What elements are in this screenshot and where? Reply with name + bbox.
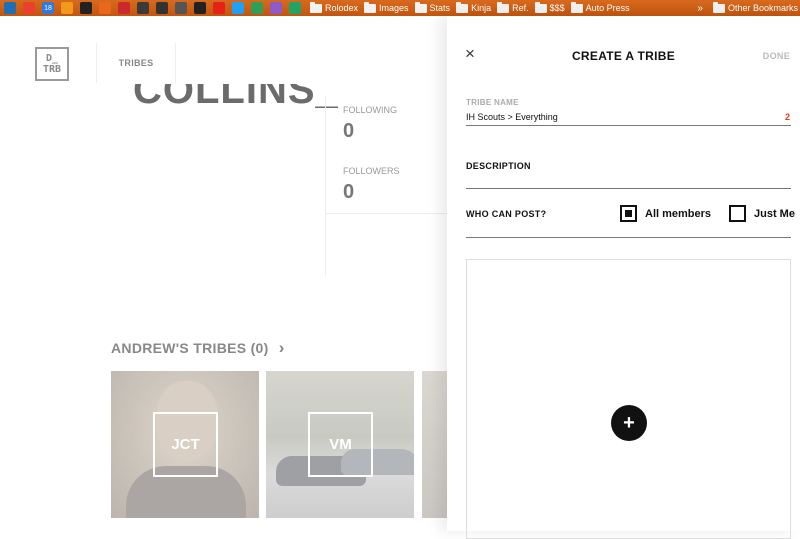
tribe-tile[interactable] — [422, 371, 447, 518]
followers-count[interactable]: 0 — [343, 181, 354, 204]
followers-label: FOLLOWERS — [343, 166, 400, 176]
car-icon[interactable] — [175, 2, 187, 14]
folder-icon — [414, 1, 427, 13]
tile-overlay — [422, 371, 447, 518]
eye-icon[interactable] — [118, 2, 130, 14]
bookmarks-bar: 18 Rolodex Images Stats Kinja Ref. $$$ Auto Pr… — [0, 0, 800, 16]
char-count: 2 — [784, 112, 790, 122]
bookmark-folder-label: Ref. — [512, 3, 529, 13]
bookmark-folder-label: Auto Press — [585, 3, 630, 13]
bookmark-folder--[interactable]: $$$ — [534, 1, 565, 13]
logo-bottom-text: TRB — [42, 64, 62, 75]
option-label: Just Me — [754, 207, 795, 220]
image-upload-area[interactable]: + — [466, 259, 791, 539]
rss-icon[interactable] — [61, 2, 73, 14]
drive-icon[interactable] — [251, 2, 263, 14]
tribes-heading-text: ANDREW'S TRIBES (0) — [111, 340, 269, 356]
folder-icon — [497, 1, 510, 13]
bookmark-folder-auto-press[interactable]: Auto Press — [570, 1, 630, 13]
bookmark-folder-label: Images — [379, 3, 409, 13]
description-field[interactable]: DESCRIPTION — [466, 161, 531, 171]
bookmark-folder-images[interactable]: Images — [364, 1, 409, 13]
site-logo[interactable]: D_ TRB — [35, 47, 69, 81]
bookmark-folder-ref-[interactable]: Ref. — [497, 1, 529, 13]
bookmark-folder-label: Kinja — [471, 3, 492, 13]
bookmark-folder-label: Other Bookmarks — [727, 3, 798, 13]
screen-icon[interactable] — [156, 2, 168, 14]
tab-tribes[interactable]: TRIBES — [96, 43, 176, 83]
following-label: FOLLOWING — [343, 105, 398, 115]
stats-divider — [325, 96, 326, 276]
bookmark-folder-kinja[interactable]: Kinja — [456, 1, 492, 13]
done-button[interactable]: DONE — [763, 51, 790, 61]
kinja-k-icon[interactable] — [80, 2, 92, 14]
tribe-tile[interactable]: VM — [266, 371, 414, 518]
bookmark-folder-rolodex[interactable]: Rolodex — [310, 1, 359, 13]
chevron-right-icon: › — [278, 338, 285, 357]
gmail-icon[interactable] — [23, 2, 35, 14]
bookmark-folder-label: $$$ — [549, 3, 565, 13]
who-can-post-label: WHO CAN POST? — [466, 209, 547, 219]
field-underline — [466, 188, 791, 189]
twitter-icon[interactable] — [232, 2, 244, 14]
calendar-icon[interactable]: 18 — [42, 2, 54, 14]
option-label: All members — [645, 207, 712, 220]
tribe-tile[interactable]: JCT — [111, 371, 259, 518]
folder-icon — [310, 1, 322, 13]
stats-separator — [326, 213, 456, 214]
checkbox-checked[interactable] — [620, 205, 637, 222]
checkbox-unchecked[interactable] — [729, 205, 746, 222]
bookmarks-overflow-chevron[interactable]: » — [697, 3, 703, 14]
trello-icon[interactable] — [4, 2, 16, 14]
bookmark-folder-stats[interactable]: Stats — [414, 1, 451, 13]
folder-icon — [364, 1, 377, 13]
field-underline — [466, 125, 791, 126]
bookmark-folder-other[interactable]: Other Bookmarks — [712, 1, 798, 13]
profile-username: COLLINS_ — [133, 84, 339, 112]
bookmark-folder-label: Rolodex — [325, 3, 359, 13]
panel-title: CREATE A TRIBE — [571, 49, 676, 63]
bookmark-folders: Rolodex Images Stats Kinja Ref. $$$ Auto Press — [304, 1, 630, 13]
add-image-button[interactable]: + — [611, 405, 647, 441]
flower-icon[interactable] — [270, 2, 282, 14]
create-tribe-panel: × CREATE A TRIBE DONE TRIBE NAME 2 DESCR… — [447, 16, 800, 539]
ls-icon[interactable] — [137, 2, 149, 14]
tribe-badge: JCT — [153, 412, 218, 477]
field-underline — [466, 237, 791, 238]
tribe-badge: VM — [308, 412, 373, 477]
option-just-me[interactable]: Just Me — [729, 205, 795, 222]
folder-icon — [712, 1, 725, 13]
bookmark-icons: 18 — [0, 2, 304, 14]
jalopnik-j-icon[interactable] — [99, 2, 111, 14]
bookmark-folder-label: Stats — [429, 3, 451, 13]
option-all-members[interactable]: All members — [620, 205, 711, 222]
ta-icon[interactable] — [194, 2, 206, 14]
tribe-name-input[interactable] — [466, 110, 766, 124]
folder-icon — [456, 1, 469, 13]
tribe-name-label: TRIBE NAME — [466, 98, 519, 107]
youtube-icon[interactable] — [213, 2, 225, 14]
folder-icon — [570, 1, 583, 13]
sheets-icon[interactable] — [289, 2, 301, 14]
following-count[interactable]: 0 — [343, 120, 354, 143]
tribes-heading[interactable]: ANDREW'S TRIBES (0) › — [111, 338, 285, 358]
folder-icon — [534, 1, 547, 13]
logo-top-text: D_ — [45, 53, 59, 64]
